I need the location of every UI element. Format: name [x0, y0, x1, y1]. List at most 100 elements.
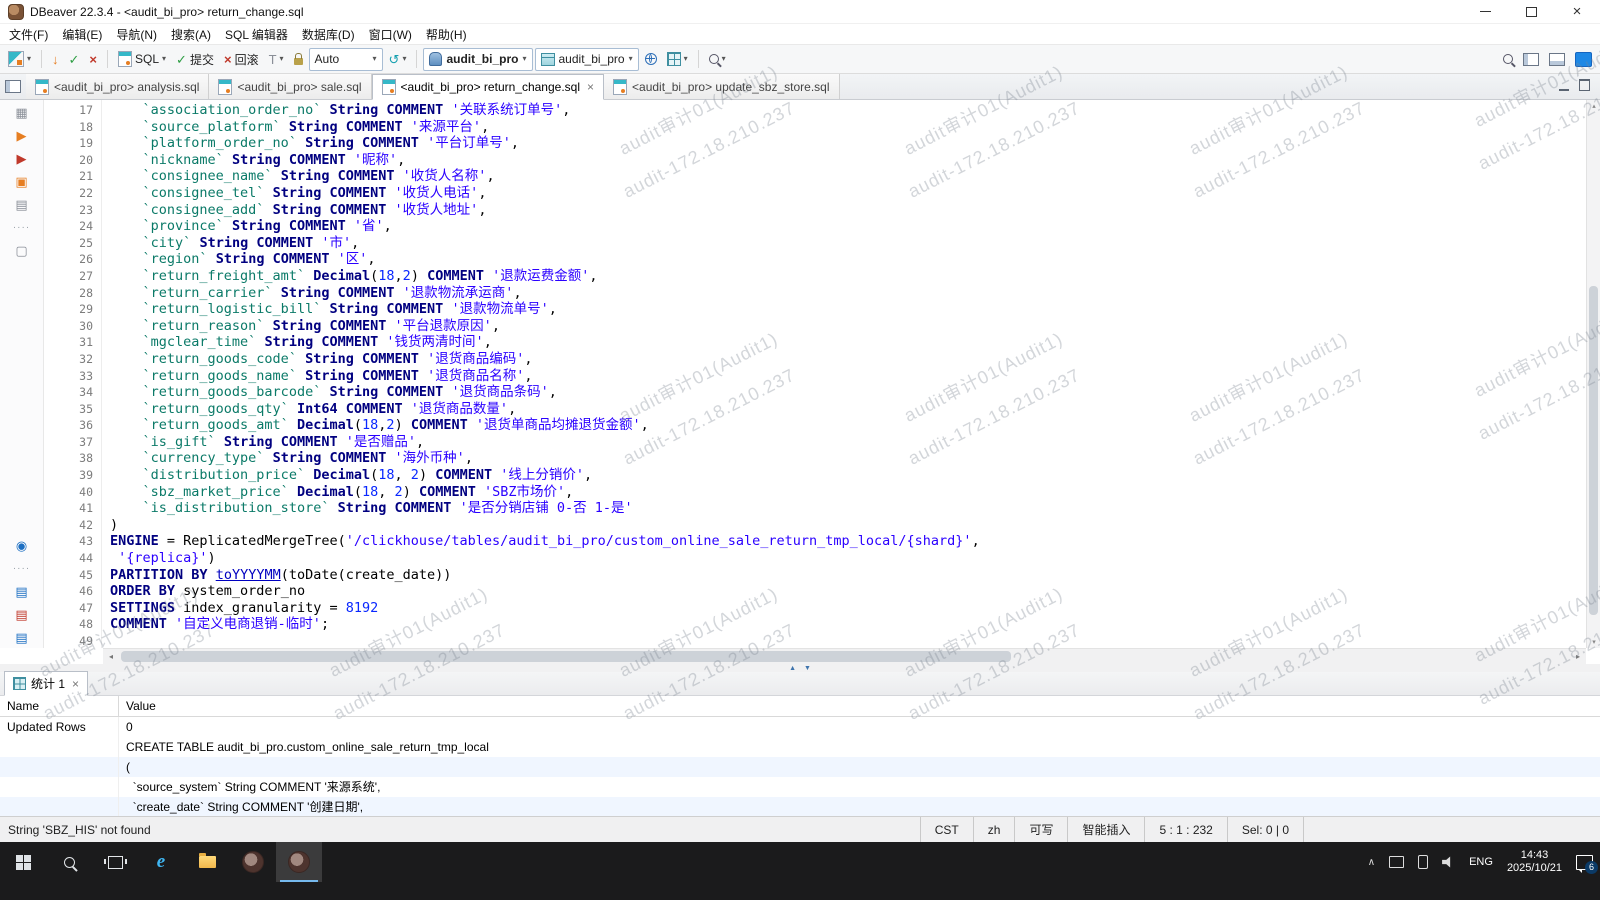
horizontal-scroll-thumb[interactable] [121, 651, 1011, 662]
hidden-icons-button[interactable]: ∧ [1361, 842, 1382, 882]
clipboard-icon[interactable]: ▤ [13, 196, 31, 213]
results-grid-button[interactable]: ▾ [663, 47, 692, 71]
menu-item[interactable]: 文件(F) [2, 24, 55, 45]
tab-label: <audit_bi_pro> analysis.sql [54, 80, 199, 94]
execute-statement-icon[interactable]: ▶ [13, 127, 31, 144]
sash-up-icon[interactable]: ▲ [789, 665, 796, 672]
transaction-mode-button[interactable]: T ▾ [265, 47, 288, 71]
rollback-button[interactable]: × 回滚 [220, 47, 263, 71]
execute-script-button[interactable]: ↓ [48, 47, 63, 71]
code-line: `is_distribution_store` String COMMENT '… [110, 500, 1586, 517]
menu-item[interactable]: 导航(N) [109, 24, 164, 45]
log-file-icon[interactable]: ▤ [13, 583, 31, 600]
table-row[interactable]: `create_date` String COMMENT '创建日期', [0, 797, 1600, 816]
more-icon[interactable]: ···· [13, 560, 31, 577]
terminal-icon[interactable]: ▢ [13, 242, 31, 259]
status-cell[interactable]: CST [920, 817, 973, 842]
network-button[interactable] [641, 47, 661, 71]
output-file-icon[interactable]: ▤ [13, 629, 31, 646]
display-tray-button[interactable] [1382, 842, 1411, 882]
panel-sash[interactable]: ▲ ▼ [0, 664, 1600, 672]
scroll-left-icon[interactable]: ◂ [103, 649, 119, 664]
tab-close-icon[interactable]: × [72, 677, 79, 691]
dbeaver-active-taskbar-button[interactable] [276, 842, 322, 882]
restore-panel-icon[interactable]: ▦ [13, 104, 31, 121]
more-actions-icon[interactable]: ···· [13, 219, 31, 236]
minimize-view-button[interactable] [1559, 78, 1569, 96]
editor-tab[interactable]: <audit_bi_pro> sale.sql [209, 74, 371, 99]
volume-button[interactable] [1435, 842, 1462, 882]
sash-down-icon[interactable]: ▼ [804, 665, 811, 672]
stats-tab[interactable]: 统计 1 × [4, 671, 88, 696]
status-cell[interactable]: 智能插入 [1067, 817, 1144, 842]
dbeaver-taskbar-button[interactable] [230, 842, 276, 882]
quick-search-button[interactable] [1499, 47, 1517, 71]
clock-button[interactable]: 14:43 2025/10/21 [1500, 842, 1569, 882]
column-header-name[interactable]: Name [0, 696, 119, 716]
rollback-icon-button[interactable]: × [85, 47, 101, 71]
search-icon [709, 54, 719, 64]
code-line: '{replica}') [110, 550, 1586, 567]
line-number-gutter[interactable]: 1718192021222324252627282930313233343536… [44, 100, 102, 648]
menu-item[interactable]: 编辑(E) [55, 24, 109, 45]
new-sql-editor-button[interactable]: ▾ [4, 47, 35, 71]
layout-bottom-button[interactable] [1545, 47, 1569, 71]
sql-editor-menu-button[interactable]: SQL ▾ [114, 47, 170, 71]
table-row[interactable]: ( [0, 757, 1600, 777]
vertical-scroll-thumb[interactable] [1589, 286, 1598, 615]
status-cell[interactable]: Sel: 0 | 0 [1227, 817, 1303, 842]
status-message: String 'SBZ_HIS' not found [0, 817, 920, 842]
editor-list-button[interactable] [0, 74, 26, 99]
editor-tab[interactable]: <audit_bi_pro> update_sbz_store.sql [604, 74, 839, 99]
task-view-button[interactable] [92, 842, 138, 882]
transaction-history-button[interactable]: ↺ ▾ [385, 47, 411, 71]
maximize-button[interactable] [1508, 0, 1554, 23]
language-button[interactable]: ENG [1462, 842, 1500, 882]
column-header-value[interactable]: Value [119, 696, 1600, 716]
internet-explorer-button[interactable]: e [138, 842, 184, 882]
commit-icon-button[interactable]: ✓ [65, 47, 84, 71]
settings-gear-icon[interactable]: ◉ [13, 537, 31, 554]
status-cell[interactable]: 可写 [1014, 817, 1067, 842]
horizontal-scrollbar[interactable]: ◂ ▸ [103, 648, 1586, 664]
error-file-icon[interactable]: ▤ [13, 606, 31, 623]
menu-item[interactable]: 数据库(D) [295, 24, 362, 45]
menu-item[interactable]: SQL 编辑器 [218, 24, 295, 45]
editor-tab[interactable]: <audit_bi_pro> return_change.sql× [372, 74, 604, 100]
action-center-button[interactable]: 6 [1569, 842, 1600, 882]
search-menu-button[interactable]: ▾ [705, 47, 730, 71]
layout-left-button[interactable] [1519, 47, 1543, 71]
scroll-down-icon[interactable]: ▾ [1587, 636, 1600, 648]
menu-item[interactable]: 帮助(H) [419, 24, 474, 45]
menu-item[interactable]: 窗口(W) [362, 24, 419, 45]
close-button[interactable]: × [1554, 0, 1600, 23]
device-tray-button[interactable] [1411, 842, 1435, 882]
menu-item[interactable]: 搜索(A) [164, 24, 218, 45]
table-row[interactable]: Updated Rows0 [0, 717, 1600, 737]
clock-date: 2025/10/21 [1507, 862, 1562, 875]
table-row[interactable]: CREATE TABLE audit_bi_pro.custom_online_… [0, 737, 1600, 757]
start-button[interactable] [0, 842, 46, 882]
scroll-right-icon[interactable]: ▸ [1570, 649, 1586, 664]
file-explorer-button[interactable] [184, 842, 230, 882]
taskbar-search-button[interactable] [46, 842, 92, 882]
schema-combo[interactable]: audit_bi_pro ▾ [535, 48, 639, 71]
line-number: 47 [44, 600, 93, 617]
code-area[interactable]: `association_order_no` String COMMENT '关… [102, 100, 1586, 648]
tab-close-icon[interactable]: × [587, 80, 594, 94]
database-combo[interactable]: audit_bi_pro ▾ [423, 48, 532, 71]
editor-tab[interactable]: <audit_bi_pro> analysis.sql [26, 74, 209, 99]
status-cell[interactable]: zh [973, 817, 1015, 842]
vertical-scrollbar[interactable]: ▴ ▾ [1586, 100, 1600, 648]
execute-script-icon[interactable]: ▶ [13, 150, 31, 167]
transaction-lock-button[interactable] [290, 47, 307, 71]
autocommit-combo[interactable]: Auto ▾ [309, 48, 383, 71]
scroll-up-icon[interactable]: ▴ [1587, 100, 1600, 112]
status-cell[interactable]: 5 : 1 : 232 [1144, 817, 1226, 842]
edit-metadata-icon[interactable]: ▣ [13, 173, 31, 190]
maximize-view-button[interactable] [1579, 78, 1590, 96]
minimize-button[interactable] [1462, 0, 1508, 23]
commit-button[interactable]: ✓ 提交 [172, 47, 218, 71]
table-row[interactable]: `source_system` String COMMENT '来源系统', [0, 777, 1600, 797]
perspective-button[interactable] [1571, 47, 1596, 71]
